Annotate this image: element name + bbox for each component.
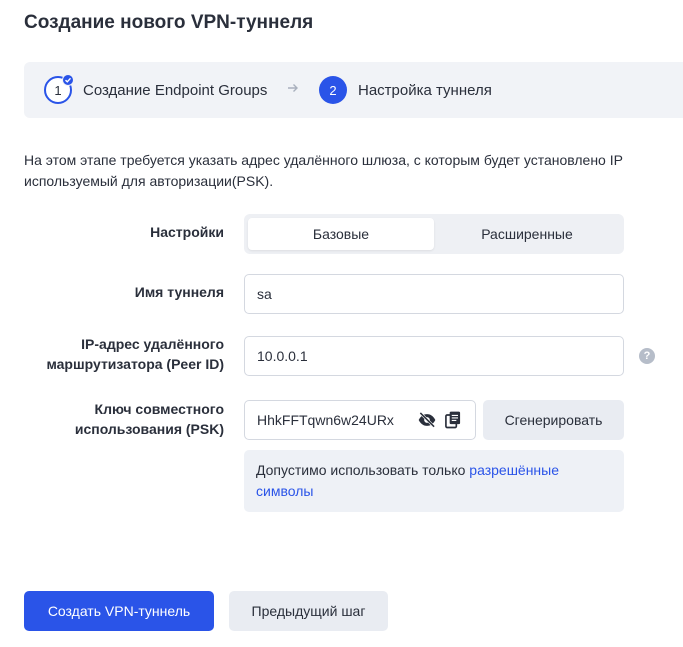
- label-line: Ключ совместного: [94, 401, 224, 417]
- generate-psk-button[interactable]: Сгенерировать: [483, 400, 624, 440]
- settings-label: Настройки: [150, 224, 224, 240]
- mode-advanced-option[interactable]: Расширенные: [434, 218, 620, 250]
- previous-step-button[interactable]: Предыдущий шаг: [229, 591, 388, 631]
- settings-mode-switch: Базовые Расширенные: [244, 214, 624, 254]
- tunnel-name-label: Имя туннеля: [134, 284, 224, 300]
- tunnel-name-value: sa: [257, 286, 272, 302]
- psk-input[interactable]: HhkFFTqwn6w24URx: [244, 400, 476, 440]
- page-title: Создание нового VPN-туннеля: [24, 12, 314, 33]
- step-tunnel-settings[interactable]: 2 Настройка туннеля: [319, 62, 492, 118]
- description-line: На этом этапе требуется указать адрес уд…: [24, 152, 623, 168]
- description-line: используемый для авторизации(PSK).: [24, 173, 274, 189]
- check-icon: [62, 74, 74, 86]
- label-line: использования (PSK): [74, 421, 224, 437]
- psk-value: HhkFFTqwn6w24URx: [257, 412, 394, 428]
- tunnel-name-input[interactable]: sa: [244, 274, 624, 314]
- step-label: Создание Endpoint Groups: [83, 81, 268, 99]
- step-endpoint-groups[interactable]: 1 Создание Endpoint Groups: [44, 62, 267, 118]
- peer-ip-label: IP-адрес удалённого маршрутизатора (Peer…: [46, 334, 224, 374]
- step-number-badge: 1: [44, 74, 74, 104]
- psk-label: Ключ совместного использования (PSK): [75, 399, 224, 439]
- peer-ip-value: 10.0.0.1: [257, 348, 308, 364]
- arrow-right-icon: [286, 81, 300, 98]
- step-description: На этом этапе требуется указать адрес уд…: [24, 150, 683, 192]
- hint-text: Допустимо использовать только: [256, 462, 470, 478]
- step-number: 2: [329, 82, 337, 98]
- label-line: IP-адрес удалённого: [81, 336, 224, 352]
- create-vpn-tunnel-button[interactable]: Создать VPN-туннель: [24, 591, 214, 631]
- question-icon[interactable]: ?: [639, 348, 655, 364]
- mode-basic-option[interactable]: Базовые: [248, 218, 434, 250]
- label-line: маршрутизатора (Peer ID): [46, 356, 224, 372]
- stepper: 1 Создание Endpoint Groups 2 Настройка т…: [24, 62, 683, 118]
- step-number-badge: 2: [319, 76, 347, 104]
- eye-off-icon[interactable]: [417, 410, 437, 430]
- step-number: 1: [54, 82, 62, 98]
- step-label: Настройка туннеля: [358, 81, 492, 99]
- copy-icon[interactable]: [443, 410, 463, 430]
- peer-ip-input[interactable]: 10.0.0.1: [244, 336, 624, 376]
- psk-hint: Допустимо использовать только разрешённы…: [244, 450, 624, 512]
